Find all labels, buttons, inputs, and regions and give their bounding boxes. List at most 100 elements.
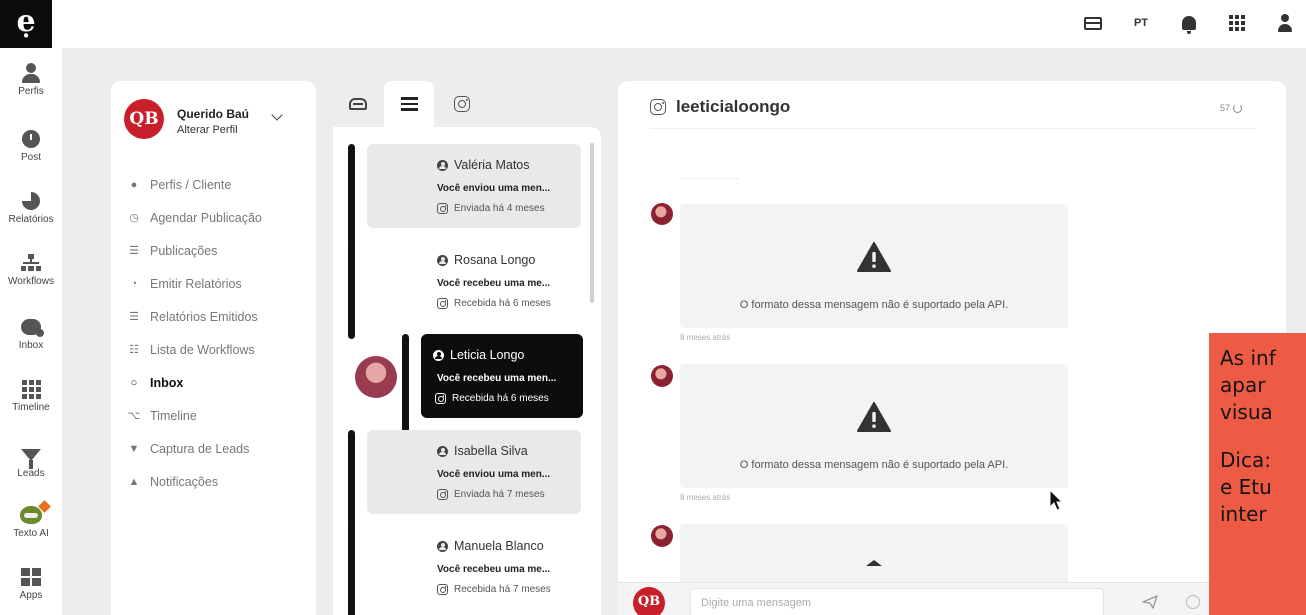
send-icon[interactable] xyxy=(1142,595,1158,609)
conversation-name-text: Valéria Matos xyxy=(454,158,530,172)
profile-name[interactable]: Querido Baú xyxy=(177,107,249,121)
clock-icon: ◷ xyxy=(129,212,139,224)
message-bubble: O formato dessa mensagem não é suportado… xyxy=(680,364,1068,488)
conversation-item[interactable]: Rosana Longo Você recebeu uma me... Rece… xyxy=(367,239,581,323)
clock-icon xyxy=(19,128,43,150)
menu-item-perfis-cliente[interactable]: ● Perfis / Cliente xyxy=(128,168,262,201)
rail-item-post[interactable]: Post xyxy=(0,128,62,163)
chat-icon xyxy=(19,316,44,338)
user-circle-icon xyxy=(433,349,444,361)
user-icon[interactable] xyxy=(1274,12,1296,34)
bell-icon[interactable] xyxy=(1178,12,1200,34)
message-count[interactable]: 57 xyxy=(1220,103,1242,113)
rail-label: Relatórios xyxy=(8,214,54,225)
callout-line: apar xyxy=(1220,373,1266,397)
pie-chart-icon: ◔ xyxy=(130,277,138,290)
grid-icon xyxy=(19,378,43,400)
top-icons: PT xyxy=(1082,8,1296,38)
conversation-name: Manuela Blanco xyxy=(437,539,544,553)
callout-line: visua xyxy=(1220,400,1273,424)
menu-item-timeline[interactable]: ⌥ Timeline xyxy=(128,399,262,432)
rail-item-inbox[interactable]: Inbox xyxy=(0,316,62,351)
menu-item-publicacoes[interactable]: ☰ Publicações xyxy=(128,234,262,267)
divider xyxy=(680,178,740,179)
menu-item-lista-workflows[interactable]: ☷ Lista de Workflows xyxy=(128,333,262,366)
language-selector[interactable]: PT xyxy=(1130,12,1152,34)
message-bubble: O formato dessa mensagem não é suportado… xyxy=(680,204,1068,328)
menu-item-label: Relatórios Emitidos xyxy=(150,309,258,324)
conversation-snippet: Você recebeu uma men... xyxy=(437,373,557,384)
conversation-snippet: Você enviou uma men... xyxy=(437,183,551,194)
rail-item-relatorios[interactable]: Relatórios xyxy=(0,190,62,225)
conversation-snippet: Você recebeu uma me... xyxy=(437,278,551,289)
warning-icon xyxy=(866,560,882,566)
menu-item-label: Notificações xyxy=(150,474,219,489)
sender-avatar xyxy=(651,203,673,225)
message-text: O formato dessa mensagem não é suportado… xyxy=(739,299,1009,311)
rail-item-perfis[interactable]: Perfis xyxy=(0,62,62,97)
rss-icon: ⌥ xyxy=(127,410,141,422)
conversation-name-text: Rosana Longo xyxy=(454,253,536,267)
profile-menu-panel: QB Querido Baú Alterar Perfil ● Perfis / … xyxy=(111,81,316,615)
list-scrollbar[interactable] xyxy=(590,143,594,303)
rail-item-texto-ai[interactable]: Texto AI xyxy=(0,504,62,539)
warning-icon xyxy=(857,242,891,272)
menu-item-notificacoes[interactable]: ▲ Notificações xyxy=(128,465,262,498)
rail-label: Inbox xyxy=(18,340,44,351)
tab-inbox[interactable] xyxy=(333,81,383,127)
conversation-item-selected[interactable]: Leticia Longo Você recebeu uma men... Re… xyxy=(421,334,583,418)
change-profile-link[interactable]: Alterar Perfil xyxy=(177,124,238,136)
conversation-name: Leticia Longo xyxy=(433,348,524,362)
chevron-down-icon[interactable] xyxy=(271,109,283,121)
profile-menu: ● Perfis / Cliente ◷ Agendar Publicação ☰ P… xyxy=(128,168,262,498)
card-icon[interactable] xyxy=(1082,12,1104,34)
message-text: O formato dessa mensagem não é suportado… xyxy=(739,459,1009,471)
conversation-indicator xyxy=(348,144,355,244)
left-rail: Perfis Post Relatórios Workflows Inbox T… xyxy=(0,48,62,615)
conversation-indicator xyxy=(348,239,355,339)
emoji-icon[interactable] xyxy=(1186,595,1200,609)
menu-item-inbox[interactable]: ○ Inbox xyxy=(128,366,262,399)
apps-grid-icon[interactable] xyxy=(1226,12,1248,34)
rail-label: Leads xyxy=(17,468,45,479)
menu-item-emitir-relatorios[interactable]: ◔ Emitir Relatórios xyxy=(128,267,262,300)
rail-item-apps[interactable]: Apps xyxy=(0,566,62,601)
menu-item-label: Publicações xyxy=(150,243,218,258)
conversation-item[interactable]: Isabella Silva Você enviou uma men... En… xyxy=(367,430,581,514)
chat-handle[interactable]: leeticialoongo xyxy=(676,97,790,117)
conversation-name-text: Manuela Blanco xyxy=(454,539,544,553)
sender-avatar xyxy=(651,525,673,547)
mouse-cursor-icon xyxy=(1049,489,1064,511)
conversation-item[interactable]: Manuela Blanco Você recebeu uma me... Re… xyxy=(367,525,581,609)
list-icon xyxy=(400,97,418,111)
rail-label: Post xyxy=(20,152,41,163)
conversation-status: Recebida há 7 meses xyxy=(437,584,551,595)
divider xyxy=(650,128,1256,129)
rail-label: Apps xyxy=(19,590,43,601)
pie-chart-icon xyxy=(19,190,43,212)
composer-avatar: QB xyxy=(633,587,665,615)
app-logo[interactable]: ẹ xyxy=(0,0,52,48)
tab-instagram[interactable] xyxy=(437,81,487,127)
profile-avatar[interactable]: QB xyxy=(124,99,164,139)
conversation-item[interactable]: Valéria Matos Você enviou uma men... Env… xyxy=(367,144,581,228)
menu-item-captura-leads[interactable]: ▼ Captura de Leads xyxy=(128,432,262,465)
conversation-status-text: Recebida há 7 meses xyxy=(454,584,551,595)
menu-item-label: Lista de Workflows xyxy=(150,342,255,357)
conversation-status-text: Enviada há 4 meses xyxy=(454,203,545,214)
message-input[interactable] xyxy=(690,588,1104,615)
callout-line: Dica: xyxy=(1220,448,1271,472)
rail-item-timeline[interactable]: Timeline xyxy=(0,378,62,413)
conversation-name: Rosana Longo xyxy=(437,253,535,267)
conversation-status: Enviada há 4 meses xyxy=(437,203,545,214)
conversation-name: Isabella Silva xyxy=(437,444,528,458)
menu-item-agendar-publicacao[interactable]: ◷ Agendar Publicação xyxy=(128,201,262,234)
user-icon xyxy=(19,62,43,84)
tip-callout: As inf apar visua Dica: e Etu inter xyxy=(1209,333,1306,615)
instagram-icon xyxy=(437,584,448,595)
tab-list[interactable] xyxy=(384,81,434,127)
conversation-status: Enviada há 7 meses xyxy=(437,489,545,500)
menu-item-relatorios-emitidos[interactable]: ☰ Relatórios Emitidos xyxy=(128,300,262,333)
rail-item-leads[interactable]: Leads xyxy=(0,444,62,479)
rail-item-workflows[interactable]: Workflows xyxy=(0,252,62,287)
